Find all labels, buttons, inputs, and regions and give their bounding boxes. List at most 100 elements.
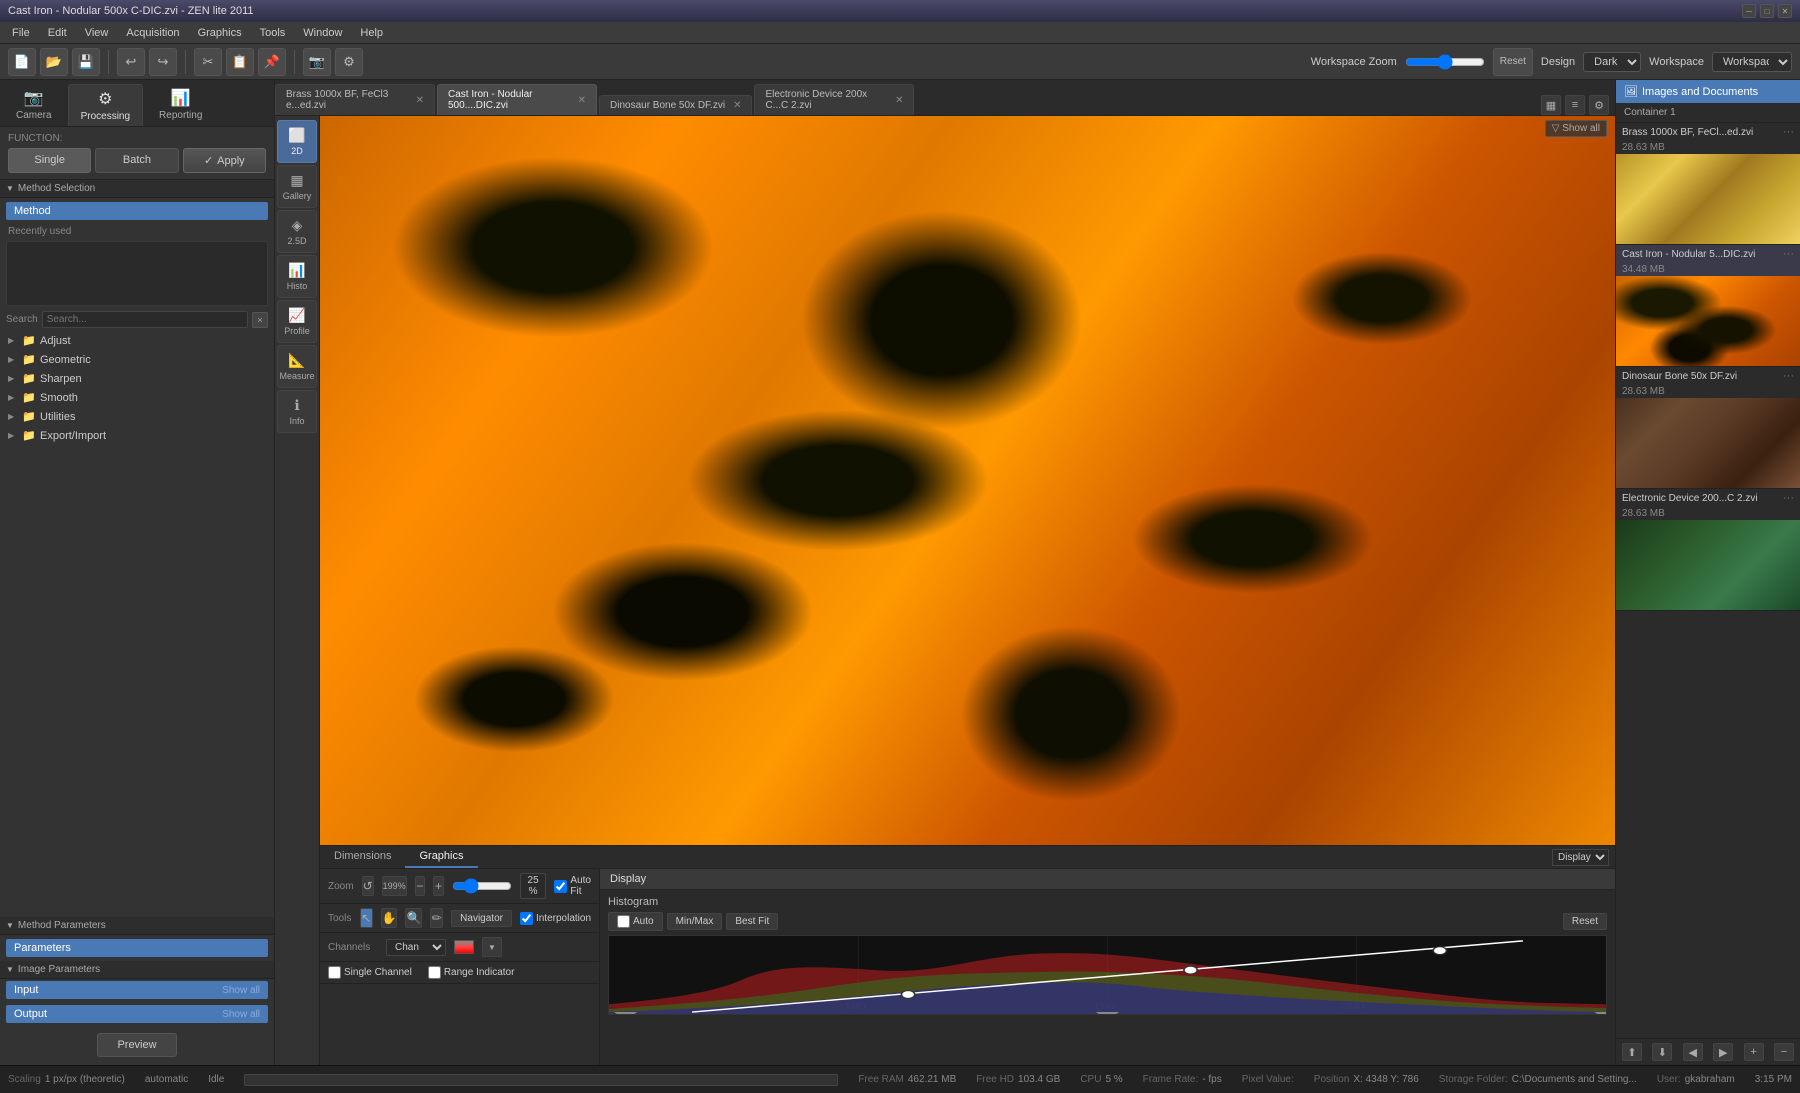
tree-item-smooth[interactable]: ▶ 📁 Smooth (0, 388, 274, 407)
doc-item-brass[interactable]: Brass 1000x BF, FeCl...ed.zvi ··· 28.63 … (1616, 123, 1800, 245)
method-selected[interactable]: Method (6, 202, 268, 220)
minimize-button[interactable]: ─ (1742, 4, 1756, 18)
single-button[interactable]: Single (8, 148, 91, 173)
tab-brass-close[interactable]: ✕ (416, 95, 424, 106)
range-indicator-checkbox[interactable]: Range Indicator (428, 966, 515, 979)
menu-help[interactable]: Help (352, 25, 391, 41)
output-show-all[interactable]: Show all (222, 1009, 260, 1020)
output-section[interactable]: Output Show all (6, 1005, 268, 1023)
redo-button[interactable]: ↪ (149, 48, 177, 76)
view-measure-button[interactable]: 📐 Measure (277, 345, 317, 388)
tool-cursor[interactable]: ↖ (360, 908, 373, 928)
batch-button[interactable]: Batch (95, 148, 178, 173)
settings-button[interactable]: ⚙ (335, 48, 363, 76)
tree-item-export-import[interactable]: ▶ 📁 Export/Import (0, 426, 274, 445)
settings-tab-button[interactable]: ⚙ (1589, 95, 1609, 115)
bottom-panel-select[interactable]: Display (1552, 849, 1609, 866)
auto-checkbox[interactable]: Auto (608, 912, 663, 931)
navigator-button[interactable]: Navigator (451, 910, 512, 927)
channel-select[interactable]: Chan (386, 939, 446, 956)
view-25d-button[interactable]: ◈ 2.5D (277, 210, 317, 253)
tab-reporting[interactable]: 📊 Reporting (147, 84, 214, 126)
open-button[interactable]: 📂 (40, 48, 68, 76)
panel-next-button[interactable]: ▶ (1713, 1043, 1733, 1061)
workspace-select[interactable]: Workspace (1712, 52, 1792, 72)
view-gallery-button[interactable]: ▦ Gallery (277, 165, 317, 208)
tree-item-geometric[interactable]: ▶ 📁 Geometric (0, 350, 274, 369)
interpolation-checkbox[interactable]: Interpolation (520, 912, 591, 925)
close-button[interactable]: ✕ (1778, 4, 1792, 18)
tab-dimensions[interactable]: Dimensions (320, 846, 405, 868)
undo-button[interactable]: ↩ (117, 48, 145, 76)
tab-graphics[interactable]: Graphics (405, 846, 477, 868)
cut-button[interactable]: ✂ (194, 48, 222, 76)
params-selected[interactable]: Parameters (6, 939, 268, 957)
best-fit-button[interactable]: Best Fit (726, 913, 778, 930)
zoom-in-button[interactable]: + (433, 876, 444, 896)
new-button[interactable]: 📄 (8, 48, 36, 76)
tool-draw[interactable]: ✏ (430, 908, 443, 928)
method-section-header[interactable]: ▼ Method Selection (0, 180, 274, 198)
tree-item-utilities[interactable]: ▶ 📁 Utilities (0, 407, 274, 426)
tab-dinosaur[interactable]: Dinosaur Bone 50x DF.zvi ✕ (599, 95, 752, 115)
doc-electronic-menu[interactable]: ··· (1783, 492, 1794, 504)
tab-electronic[interactable]: Electronic Device 200x C...C 2.zvi ✕ (754, 84, 914, 115)
panel-prev-button[interactable]: ◀ (1683, 1043, 1703, 1061)
tool-pan[interactable]: ✋ (381, 908, 398, 928)
tab-brass[interactable]: Brass 1000x BF, FeCl3 e...ed.zvi ✕ (275, 84, 435, 115)
tab-processing[interactable]: ⚙ Processing (68, 84, 143, 126)
doc-item-dinosaur[interactable]: Dinosaur Bone 50x DF.zvi ··· 28.63 MB (1616, 367, 1800, 489)
panel-expand-button[interactable]: ⬆ (1622, 1043, 1642, 1061)
grid-view-button[interactable]: ▦ (1541, 95, 1561, 115)
doc-item-castiron[interactable]: Cast Iron - Nodular 5...DIC.zvi ··· 34.4… (1616, 245, 1800, 367)
doc-dinosaur-menu[interactable]: ··· (1783, 370, 1794, 382)
show-all-button[interactable]: ▽ Show all (1545, 120, 1607, 137)
tree-item-sharpen[interactable]: ▶ 📁 Sharpen (0, 369, 274, 388)
single-channel-checkbox[interactable]: Single Channel (328, 966, 412, 979)
panel-collapse-button[interactable]: ⬇ (1652, 1043, 1672, 1061)
tab-castiron[interactable]: Cast Iron - Nodular 500....DIC.zvi ✕ (437, 84, 597, 115)
paste-button[interactable]: 📌 (258, 48, 286, 76)
search-input[interactable] (42, 311, 248, 328)
tab-dinosaur-close[interactable]: ✕ (733, 100, 741, 111)
tab-castiron-close[interactable]: ✕ (578, 95, 586, 106)
doc-item-electronic[interactable]: Electronic Device 200...C 2.zvi ··· 28.6… (1616, 489, 1800, 611)
zoom-out-button[interactable]: − (415, 876, 426, 896)
reset-button[interactable]: Reset (1493, 48, 1533, 76)
doc-brass-menu[interactable]: ··· (1783, 126, 1794, 138)
search-clear-button[interactable]: × (252, 312, 268, 328)
input-section[interactable]: Input Show all (6, 981, 268, 999)
view-info-button[interactable]: ℹ Info (277, 390, 317, 433)
save-button[interactable]: 💾 (72, 48, 100, 76)
view-profile-button[interactable]: 📈 Profile (277, 300, 317, 343)
theme-select[interactable]: Dark (1583, 52, 1641, 72)
panel-add-button[interactable]: + (1744, 1043, 1764, 1061)
method-params-header[interactable]: ▼ Method Parameters (0, 917, 274, 935)
channel-expand[interactable]: ▼ (482, 937, 502, 957)
apply-button[interactable]: ✓ Apply (183, 148, 266, 173)
menu-file[interactable]: File (4, 25, 38, 41)
menu-view[interactable]: View (77, 25, 117, 41)
image-params-header[interactable]: ▼ Image Parameters (0, 961, 274, 979)
menu-window[interactable]: Window (295, 25, 350, 41)
doc-castiron-menu[interactable]: ··· (1783, 248, 1794, 260)
view-histo-button[interactable]: 📊 Histo (277, 255, 317, 298)
auto-fit-checkbox[interactable]: Auto Fit (554, 875, 591, 897)
tab-camera[interactable]: 📷 Camera (4, 84, 64, 126)
snapshot-button[interactable]: 📷 (303, 48, 331, 76)
minmax-button[interactable]: Min/Max (667, 913, 723, 930)
workspace-zoom-slider[interactable] (1405, 54, 1485, 70)
zoom-slider[interactable] (452, 878, 512, 894)
menu-tools[interactable]: Tools (252, 25, 294, 41)
preview-button[interactable]: Preview (97, 1033, 177, 1057)
input-show-all[interactable]: Show all (222, 985, 260, 996)
view-2d-button[interactable]: ⬜ 2D (277, 120, 317, 163)
histogram-reset-button[interactable]: Reset (1563, 913, 1607, 930)
zoom-reset-button[interactable]: ↺ (362, 876, 374, 896)
image-viewport[interactable]: ▽ Show all (320, 116, 1615, 845)
maximize-button[interactable]: □ (1760, 4, 1774, 18)
list-view-button[interactable]: ≡ (1565, 95, 1585, 115)
panel-delete-button[interactable]: − (1774, 1043, 1794, 1061)
menu-edit[interactable]: Edit (40, 25, 75, 41)
tab-electronic-close[interactable]: ✕ (895, 95, 903, 106)
